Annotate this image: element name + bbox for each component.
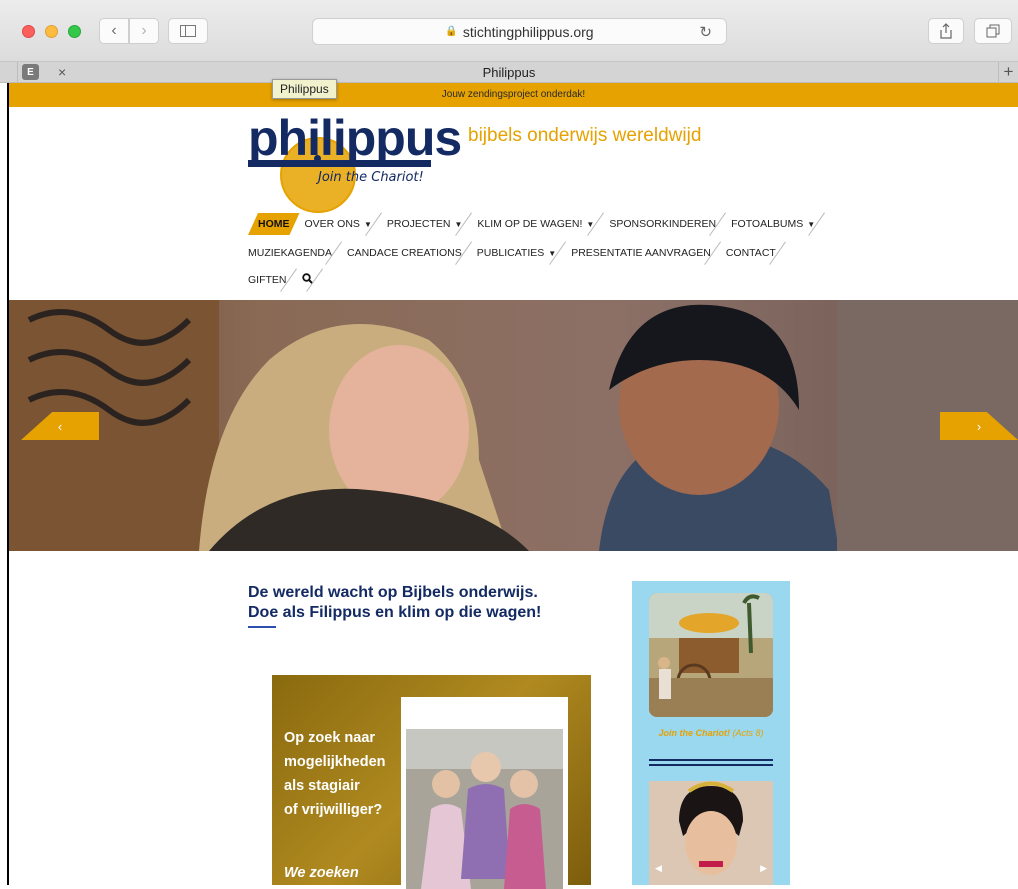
nav-label: FOTOALBUMS bbox=[731, 218, 804, 230]
nav-row-1: HOME OVER ONS ▼ PROJECTEN ▼ KLIM OP DE WAG… bbox=[248, 213, 825, 235]
site-tagline: bijbels onderwijs wereldwijd bbox=[468, 125, 702, 146]
tooltip: Philippus bbox=[272, 79, 337, 99]
chevron-right-icon: › bbox=[141, 22, 147, 39]
caption-ref: (Acts 8) bbox=[729, 728, 764, 738]
children-photo bbox=[406, 729, 563, 889]
close-window-button[interactable] bbox=[22, 25, 35, 38]
promo-text: Jouw zendingsproject onderdak! bbox=[441, 89, 586, 100]
card-line: mogelijkheden bbox=[284, 754, 386, 770]
logo-wordmark: philippus bbox=[248, 110, 462, 166]
nav-candace-creations[interactable]: CANDACE CREATIONS bbox=[342, 242, 472, 264]
nav-row-2: MUZIEKAGENDA CANDACE CREATIONS PUBLICATI… bbox=[248, 242, 786, 264]
chevron-left-icon: ‹ bbox=[57, 418, 63, 434]
caret-down-icon: ▼ bbox=[454, 219, 463, 229]
back-button[interactable]: ‹ bbox=[99, 18, 129, 44]
caret-down-icon: ▼ bbox=[586, 219, 595, 229]
card-more-text: We zoeken bbox=[284, 865, 359, 881]
nav-presentatie-aanvragen[interactable]: PRESENTATIE AANVRAGEN bbox=[566, 242, 721, 264]
nav-label: KLIM OP DE WAGEN! bbox=[477, 218, 583, 230]
portrait-prev-icon[interactable]: ◀ bbox=[655, 863, 662, 874]
chariot-illustration bbox=[649, 593, 773, 717]
nav-label: PUBLICATIES bbox=[476, 247, 545, 259]
zoom-window-button[interactable] bbox=[68, 25, 81, 38]
tabs-icon bbox=[986, 24, 1000, 38]
lock-icon: 🔒 bbox=[445, 26, 458, 37]
chevron-left-icon: ‹ bbox=[111, 22, 117, 39]
nav-publicaties[interactable]: PUBLICATIES ▼ bbox=[472, 242, 566, 264]
minimize-window-button[interactable] bbox=[45, 25, 58, 38]
browser-toolbar: ‹ › 🔒 stichtingphilippus.org ↻ bbox=[0, 0, 1018, 62]
show-tabs-button[interactable] bbox=[974, 18, 1012, 44]
forward-button[interactable]: › bbox=[129, 18, 159, 44]
card-line: als stagiair bbox=[284, 778, 360, 794]
card-line: of vrijwilliger? bbox=[284, 802, 383, 818]
site-logo[interactable]: philippus Join the Chariot! bbox=[248, 110, 462, 213]
volunteer-promo-card[interactable]: Op zoek naar mogelijkheden als stagiair … bbox=[272, 675, 591, 889]
nav-home[interactable]: HOME bbox=[248, 213, 300, 235]
promo-bar: Jouw zendingsproject onderdak! bbox=[9, 83, 1018, 107]
reload-icon[interactable]: ↻ bbox=[699, 23, 712, 41]
nav-label: SPONSORKINDEREN bbox=[609, 218, 717, 230]
nav-sponsorkinderen[interactable]: SPONSORKINDEREN bbox=[604, 213, 726, 235]
nav-label: CANDACE CREATIONS bbox=[347, 247, 462, 259]
nav-projecten[interactable]: PROJECTEN ▼ bbox=[382, 213, 473, 235]
caret-down-icon: ▼ bbox=[548, 248, 557, 258]
sidebar: Join the Chariot! (Acts 8) ◀ ▶ bbox=[632, 581, 790, 885]
nav-label: MUZIEKAGENDA bbox=[248, 247, 333, 259]
share-button[interactable] bbox=[928, 18, 964, 44]
nav-label: GIFTEN bbox=[248, 274, 287, 286]
chariot-painting[interactable] bbox=[649, 593, 773, 717]
caret-down-icon: ▼ bbox=[363, 219, 372, 229]
headline-underline bbox=[248, 626, 276, 628]
nav-label: OVER ONS bbox=[304, 218, 360, 230]
sidebar-caption: Join the Chariot! (Acts 8) bbox=[632, 728, 790, 738]
chevron-right-icon: › bbox=[976, 418, 982, 434]
card-line: Op zoek naar bbox=[284, 730, 376, 746]
nav-muziekagenda[interactable]: MUZIEKAGENDA bbox=[248, 242, 342, 264]
nav-label: CONTACT bbox=[725, 247, 776, 259]
sidebar-icon bbox=[180, 25, 196, 37]
tab-bar: E × Philippus + bbox=[0, 62, 1018, 83]
tab-title[interactable]: Philippus bbox=[0, 65, 1018, 80]
headline-line-1: De wereld wacht op Bijbels onderwijs. bbox=[248, 584, 538, 601]
logo-tagline: Join the Chariot! bbox=[318, 170, 424, 185]
portrait-photo bbox=[649, 781, 773, 885]
sidebar-toggle-button[interactable] bbox=[168, 18, 208, 44]
address-bar[interactable]: 🔒 stichtingphilippus.org ↻ bbox=[312, 18, 727, 45]
caret-down-icon: ▼ bbox=[807, 219, 816, 229]
nav-search[interactable] bbox=[297, 269, 323, 291]
url-text: stichtingphilippus.org bbox=[462, 23, 594, 40]
hero-photo bbox=[9, 300, 1018, 551]
nav-row-3: GIFTEN bbox=[248, 269, 323, 291]
portrait-slider[interactable]: ◀ ▶ bbox=[649, 781, 773, 885]
card-photo-frame bbox=[401, 697, 568, 889]
nav-label: PROJECTEN bbox=[386, 218, 451, 230]
new-tab-button[interactable]: + bbox=[998, 62, 1018, 83]
share-icon bbox=[940, 23, 952, 39]
nav-label: PRESENTATIE AANVRAGEN bbox=[571, 247, 711, 259]
nav-fotoalbums[interactable]: FOTOALBUMS ▼ bbox=[726, 213, 825, 235]
nav-klim-op-de-wagen[interactable]: KLIM OP DE WAGEN! ▼ bbox=[472, 213, 604, 235]
caption-bold: Join the Chariot! bbox=[658, 728, 730, 738]
search-icon bbox=[301, 273, 313, 287]
nav-label: HOME bbox=[258, 218, 290, 230]
portrait-next-icon[interactable]: ▶ bbox=[760, 863, 767, 874]
sidebar-divider bbox=[649, 759, 773, 761]
logo-dot bbox=[314, 155, 321, 162]
sidebar-divider bbox=[649, 764, 773, 766]
nav-contact[interactable]: CONTACT bbox=[721, 242, 786, 264]
headline-line-2: Doe als Filippus en klim op die wagen! bbox=[248, 604, 542, 621]
hero-slider[interactable]: ‹ › bbox=[9, 300, 1018, 551]
nav-over-ons[interactable]: OVER ONS ▼ bbox=[300, 213, 382, 235]
page-headline: De wereld wacht op Bijbels onderwijs. Do… bbox=[248, 583, 541, 623]
nav-giften[interactable]: GIFTEN bbox=[248, 269, 297, 291]
card-text: Op zoek naar mogelijkheden als stagiair … bbox=[284, 726, 404, 822]
